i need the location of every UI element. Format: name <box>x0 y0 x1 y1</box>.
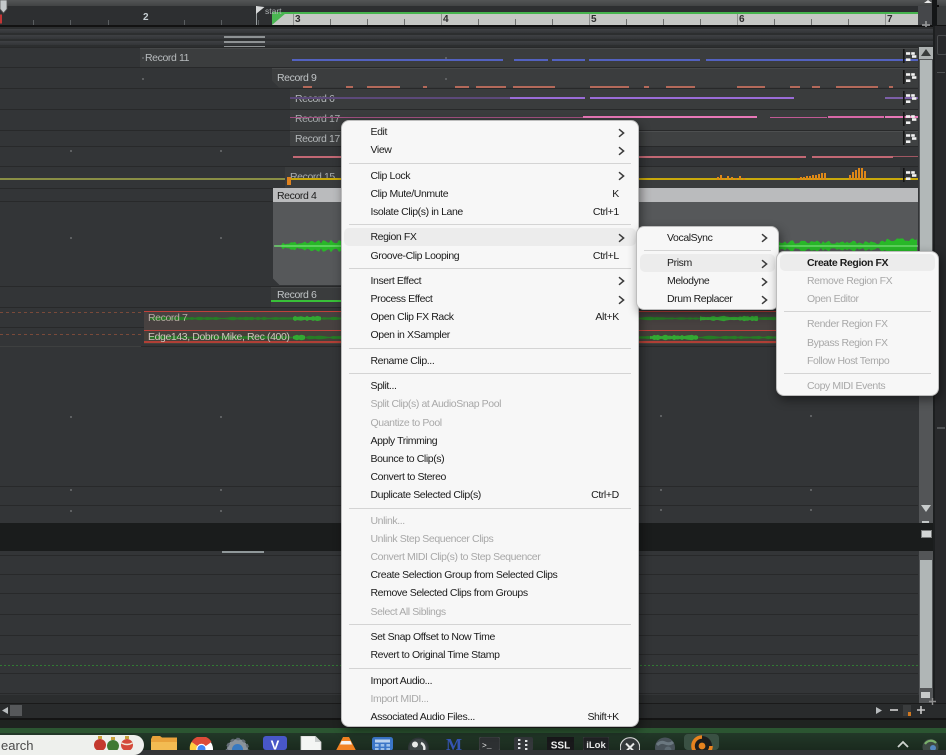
svg-text:>_: >_ <box>482 742 492 751</box>
svg-text:M: M <box>446 736 462 750</box>
svg-text:V: V <box>271 738 280 751</box>
svg-text:SSL: SSL <box>551 740 570 750</box>
svg-text:iLok: iLok <box>586 740 606 751</box>
